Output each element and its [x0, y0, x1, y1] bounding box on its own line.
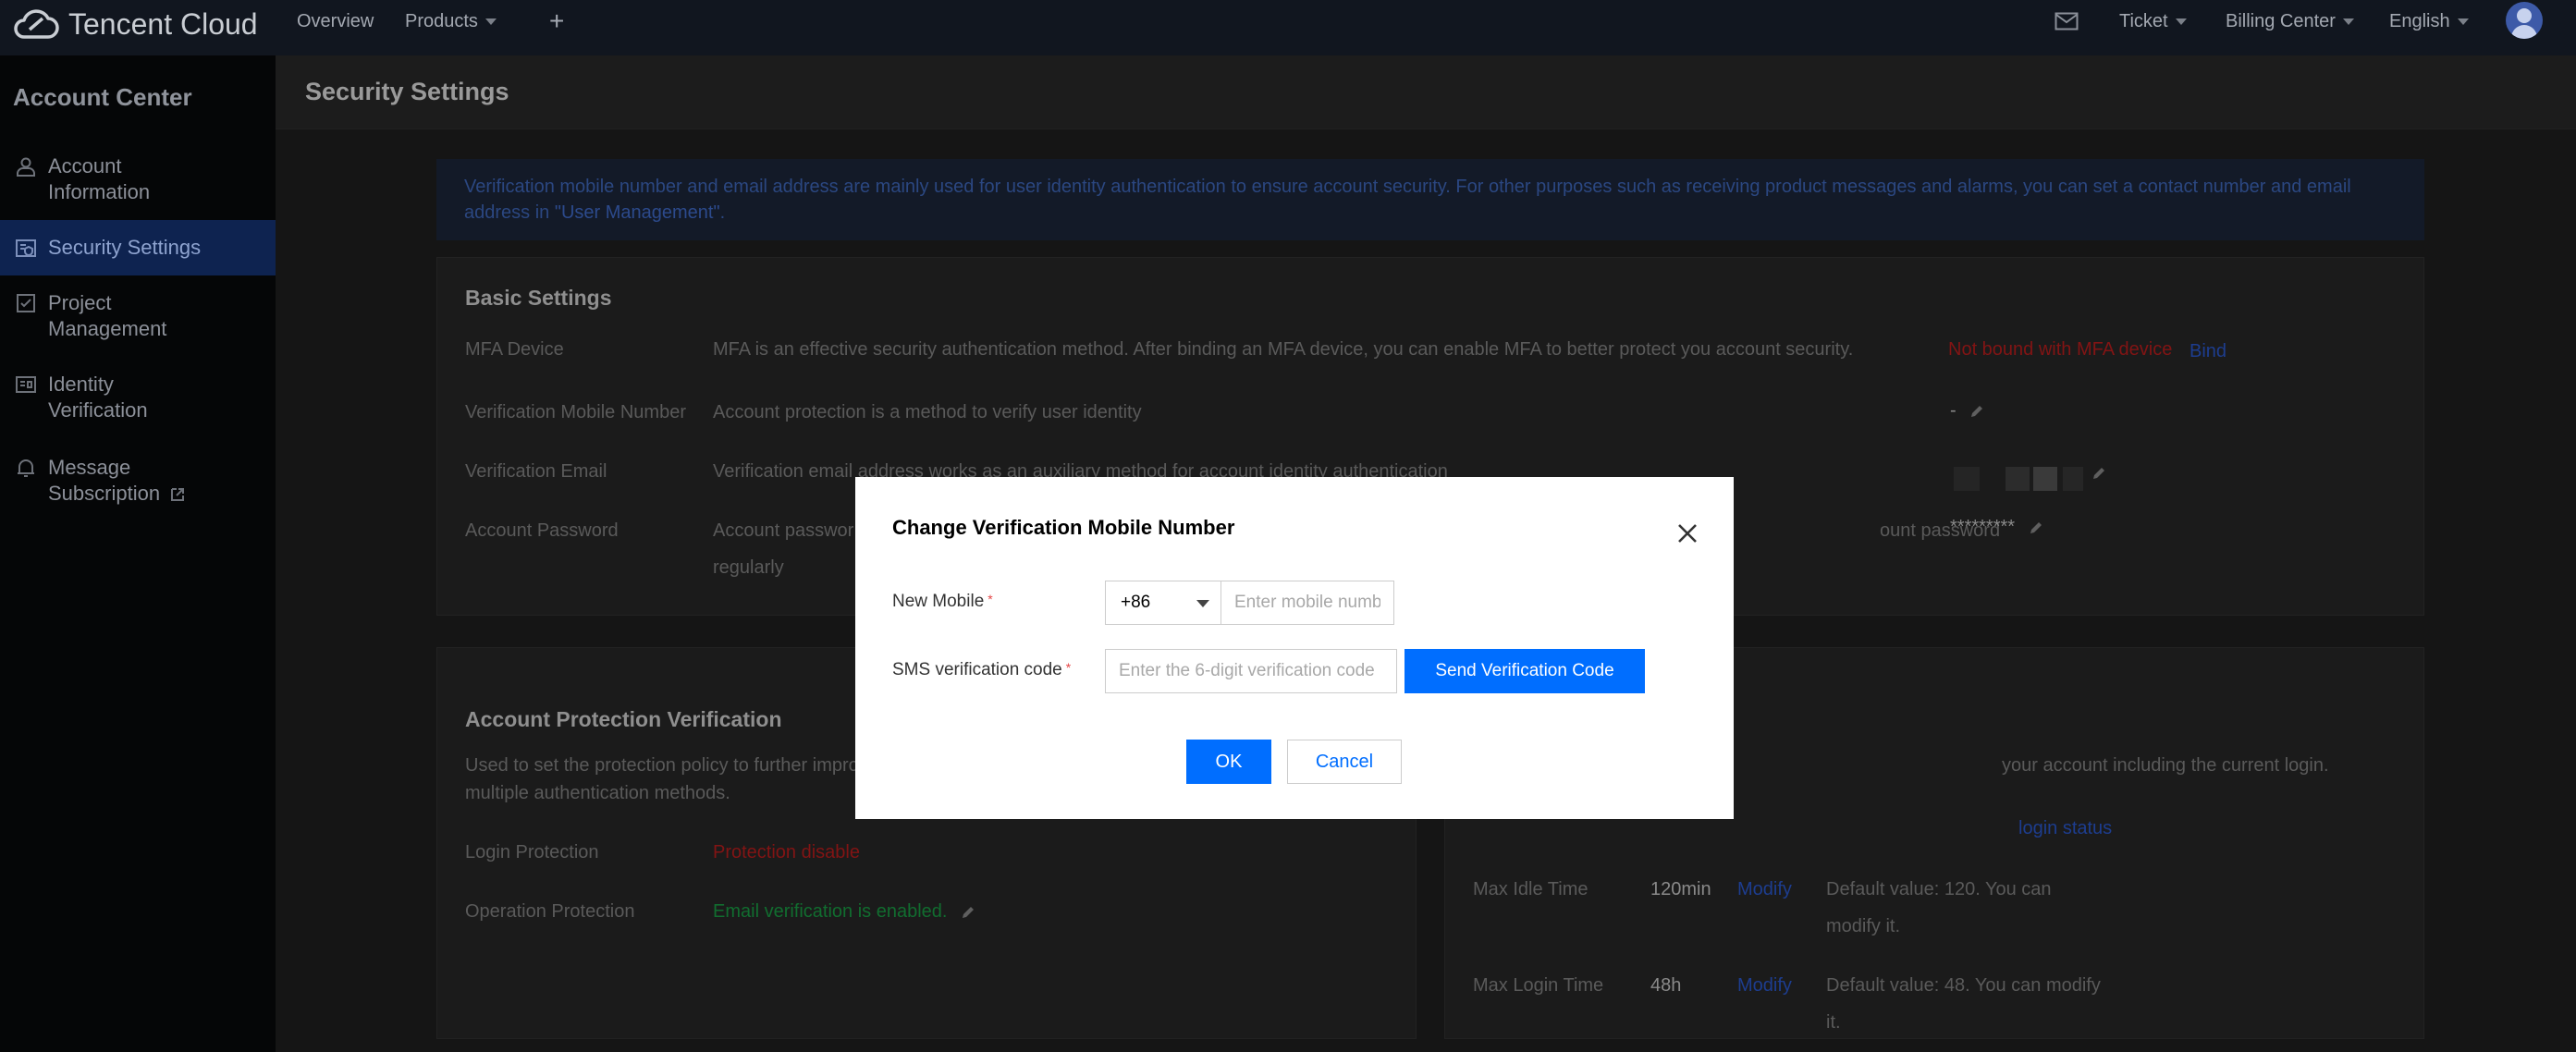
project-icon [17, 294, 35, 312]
bell-icon [18, 459, 34, 477]
account-protection-description: Used to set the protection policy to fur… [465, 755, 868, 776]
verification-email-label: Verification Email [465, 461, 607, 482]
sms-code-label: SMS verification code * [892, 660, 1072, 679]
send-verification-code-button[interactable]: Send Verification Code [1405, 649, 1645, 693]
sidebar-item-label: Account Information [48, 154, 151, 203]
nav-ticket[interactable]: Ticket [2119, 0, 2187, 43]
max-idle-time-default: Default value: 120. You can [1826, 879, 2052, 899]
message-button[interactable] [2055, 0, 2079, 43]
close-icon[interactable] [1675, 521, 1699, 545]
max-idle-time-default-line2: modify it. [1826, 916, 1901, 936]
id-card-icon [16, 376, 36, 393]
change-mobile-dialog: Change Verification Mobile Number New Mo… [855, 477, 1734, 819]
mfa-status: Not bound with MFA device [1948, 339, 2173, 360]
sidebar-item-security-settings[interactable]: Security Settings [0, 220, 276, 275]
max-idle-time-label: Max Idle Time [1473, 879, 1589, 899]
mfa-device-label: MFA Device [465, 339, 564, 360]
nav-products-label: Products [405, 10, 478, 31]
sidebar: Account Center Account Information Secur… [0, 55, 276, 1052]
sidebar-item-identity-verification[interactable]: Identity Verification [0, 372, 276, 423]
sidebar-item-label: Message Subscription [48, 455, 186, 507]
nav-language-label: English [2389, 10, 2450, 31]
sms-code-input[interactable] [1105, 649, 1397, 693]
max-login-time-modify[interactable]: Modify [1737, 975, 1792, 997]
nav-overview[interactable]: Overview [297, 0, 374, 43]
page-header: Security Settings [276, 55, 2576, 129]
user-management-link[interactable]: "User Management" [555, 202, 720, 223]
nav-billing-center[interactable]: Billing Center [2226, 0, 2354, 43]
nav-ticket-label: Ticket [2119, 10, 2168, 31]
sidebar-item-message-subscription[interactable]: Message Subscription [0, 455, 276, 507]
dialog-title: Change Verification Mobile Number [892, 516, 1235, 539]
max-login-time-value: 48h [1650, 975, 1682, 996]
account-password-description-line2: regularly [713, 557, 784, 578]
chevron-down-icon [2175, 18, 2187, 25]
chevron-down-icon [485, 18, 497, 25]
required-mark: * [987, 592, 993, 606]
country-code-value: +86 [1121, 593, 1151, 612]
account-password-value: ********* [1950, 517, 2044, 538]
max-login-time-default: Default value: 48. You can modify [1826, 975, 2101, 996]
top-bar: Tencent Cloud Overview Products + Ticket… [0, 0, 2576, 55]
nav-overview-label: Overview [297, 10, 374, 31]
account-password-description: Account passwor [713, 520, 854, 541]
tencent-cloud-logo[interactable]: Tencent Cloud [11, 4, 258, 44]
masked-email-value [1954, 465, 2104, 493]
page-title: Security Settings [305, 78, 509, 105]
plus-icon: + [549, 6, 565, 35]
cancel-button[interactable]: Cancel [1287, 740, 1402, 784]
new-mobile-label: New Mobile * [892, 592, 993, 611]
sidebar-title: Account Center [13, 83, 192, 111]
operation-protection-label: Operation Protection [465, 901, 635, 922]
edit-icon[interactable] [960, 904, 976, 921]
sidebar-item-project-management[interactable]: Project Management [0, 290, 276, 342]
edit-icon[interactable] [2028, 520, 2044, 536]
mobile-number-input[interactable] [1221, 581, 1394, 625]
country-code-select[interactable]: +86 [1105, 581, 1221, 625]
cloud-logo-icon [14, 9, 59, 39]
notice-text: Verification mobile number and email add… [464, 177, 2351, 223]
notice-end: . [719, 202, 726, 223]
verification-mobile-description: Account protection is a method to verify… [713, 402, 1142, 422]
mfa-device-description: MFA is an effective security authenticat… [713, 339, 1854, 360]
basic-settings-title: Basic Settings [465, 286, 612, 310]
account-password-label: Account Password [465, 520, 619, 541]
user-avatar[interactable] [2506, 2, 2543, 39]
mfa-bind-link[interactable]: Bind [2190, 341, 2226, 362]
chevron-down-icon [2457, 18, 2469, 25]
max-login-time-default-line2: it. [1826, 1012, 1841, 1033]
account-protection-description-line2: multiple authentication methods. [465, 783, 730, 803]
mail-icon [2055, 12, 2079, 31]
nav-billing-label: Billing Center [2226, 10, 2336, 31]
operation-protection-status: Email verification is enabled. [713, 901, 976, 923]
session-description: your account including the current login… [2002, 755, 2329, 776]
edit-icon[interactable] [1969, 403, 1985, 420]
sidebar-item-label: Project Management [48, 291, 167, 340]
login-protection-label: Login Protection [465, 842, 599, 862]
verification-mobile-value: - [1950, 400, 1985, 422]
max-login-time-label: Max Login Time [1473, 975, 1604, 996]
login-protection-status: Protection disable [713, 842, 860, 862]
nav-products[interactable]: Products [405, 0, 497, 43]
ok-button[interactable]: OK [1186, 740, 1271, 784]
info-notice: Verification mobile number and email add… [436, 159, 2424, 240]
chevron-down-icon [2342, 18, 2354, 25]
sidebar-item-label: Identity Verification [48, 373, 148, 422]
shield-icon [16, 239, 36, 257]
nav-add-shortcut[interactable]: + [549, 0, 564, 43]
required-mark: * [1065, 660, 1072, 675]
max-idle-time-modify[interactable]: Modify [1737, 879, 1792, 900]
edit-icon[interactable] [2091, 465, 2107, 482]
nav-language[interactable]: English [2389, 0, 2469, 43]
chevron-down-icon [1196, 600, 1209, 607]
login-status-link[interactable]: login status [2018, 818, 2112, 839]
max-idle-time-value: 120min [1650, 879, 1711, 899]
user-icon [17, 157, 35, 177]
brand-name: Tencent Cloud [68, 6, 258, 41]
external-link-icon [171, 488, 185, 502]
account-protection-title: Account Protection Verification [465, 707, 782, 731]
sidebar-item-label: Security Settings [48, 236, 202, 259]
verification-mobile-label: Verification Mobile Number [465, 402, 686, 422]
sidebar-item-account-information[interactable]: Account Information [0, 153, 276, 205]
